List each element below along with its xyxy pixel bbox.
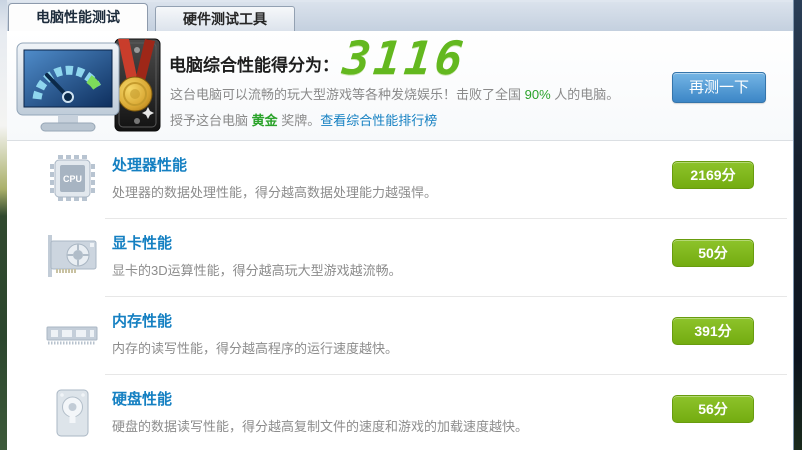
benchmark-row: 显卡性能 显卡的3D运算性能，得分越高玩大型游戏越流畅。 50分: [7, 219, 793, 297]
tab-performance-test[interactable]: 电脑性能测试: [8, 3, 148, 31]
benchmark-row: 硬盘性能 硬盘的数据读写性能，得分越高复制文件的速度和游戏的加载速度越快。 56…: [7, 375, 793, 450]
score-summary-header: 电脑综合性能得分为： 3116 这台电脑可以流畅的玩大型游戏等各种发烧娱乐！击败…: [7, 31, 793, 141]
benchmark-desc: 硬盘的数据读写性能，得分越高复制文件的速度和游戏的加载速度越快。: [112, 419, 529, 434]
tab-bar: 电脑性能测试 硬件测试工具: [7, 2, 793, 31]
benchmark-desc: 内存的读写性能，得分越高程序的运行速度越快。: [112, 341, 399, 356]
medal-grade: 黄金: [251, 113, 278, 128]
score-description: 这台电脑可以流畅的玩大型游戏等各种发烧娱乐！击败了全国 90% 人的电脑。: [170, 87, 620, 102]
benchmark-title[interactable]: 内存性能: [112, 310, 172, 331]
window-border-left: [0, 0, 7, 450]
benchmark-title[interactable]: 硬盘性能: [112, 388, 172, 409]
tab-hardware-tools[interactable]: 硬件测试工具: [155, 6, 295, 31]
ranking-link[interactable]: 查看综合性能排行榜: [320, 113, 437, 128]
speedometer-pc-gold-medal-icon: [15, 37, 167, 137]
cpu-icon: CPU: [39, 149, 105, 209]
overall-score-label: 电脑综合性能得分为：: [169, 56, 339, 75]
score-badge: 50分: [672, 239, 754, 267]
beaten-percent: 90%: [524, 87, 551, 102]
score-badge: 391分: [672, 317, 754, 345]
benchmark-row: CPU 处理器性能 处理器的数据处理性能，得分越高数据处理能力越强悍。 2169…: [7, 141, 793, 219]
benchmark-desc: 处理器的数据处理性能，得分越高数据处理能力越强悍。: [112, 185, 438, 200]
gpu-icon: [39, 227, 105, 287]
main-content: 电脑综合性能得分为： 3116 这台电脑可以流畅的玩大型游戏等各种发烧娱乐！击败…: [7, 31, 793, 450]
retest-button[interactable]: 再测一下: [672, 72, 766, 103]
benchmark-list: CPU 处理器性能 处理器的数据处理性能，得分越高数据处理能力越强悍。 2169…: [7, 141, 793, 450]
svg-text:CPU: CPU: [63, 174, 82, 184]
memory-icon: [39, 305, 105, 365]
benchmark-title[interactable]: 处理器性能: [112, 154, 187, 175]
overall-score-value: 3116: [340, 31, 469, 85]
score-badge: 2169分: [672, 161, 754, 189]
benchmark-desc: 显卡的3D运算性能，得分越高玩大型游戏越流畅。: [112, 263, 402, 278]
benchmark-row: 内存性能 内存的读写性能，得分越高程序的运行速度越快。 391分: [7, 297, 793, 375]
score-badge: 56分: [672, 395, 754, 423]
disk-icon: [39, 383, 105, 443]
window-border-right: [793, 0, 802, 450]
award-line: 授予这台电脑 黄金 奖牌。查看综合性能排行榜: [170, 113, 438, 128]
benchmark-title[interactable]: 显卡性能: [112, 232, 172, 253]
